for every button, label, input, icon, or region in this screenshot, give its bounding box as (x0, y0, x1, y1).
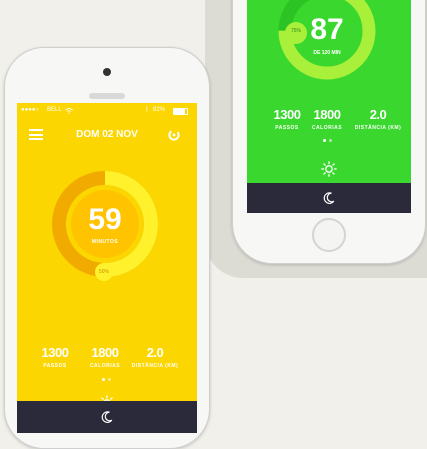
front-camera (103, 68, 111, 76)
stat-distance-label: DISTÂNCIA (KM) (131, 363, 179, 369)
phone-device-front: ●●●●○ BELL ᛒ 82% DOM 02 NOV 50% 59 MINUT… (4, 47, 210, 449)
stat-steps-label: PASSOS (275, 125, 299, 131)
stat-calories-label: CALORIAS (89, 363, 121, 369)
page-dot (108, 378, 111, 381)
goal-label: DE 120 MIN (313, 50, 341, 56)
minutes-label: MINUTOS (91, 239, 119, 245)
moon-icon[interactable] (100, 410, 114, 424)
page-indicator (102, 378, 111, 381)
page-dot (329, 139, 332, 142)
stat-distance-value: 2.0 (369, 107, 387, 122)
minutes-value: 87 (310, 13, 344, 46)
moon-icon[interactable] (322, 191, 336, 205)
percent-label: 50% (98, 269, 109, 275)
sun-icon[interactable] (321, 161, 337, 177)
speaker-grille (89, 93, 125, 99)
page-dot (323, 139, 326, 142)
bottom-bar (17, 401, 197, 433)
page-dot (102, 378, 105, 381)
page-indicator (323, 139, 332, 142)
stat-calories-value: 1800 (313, 107, 341, 122)
stat-steps-value: 1300 (41, 345, 69, 360)
stat-distance-label: DISTÂNCIA (KM) (354, 125, 402, 131)
stat-steps-value: 1300 (273, 107, 301, 122)
bottom-bar (247, 183, 411, 213)
home-button[interactable] (312, 218, 346, 252)
stat-calories-value: 1800 (91, 345, 119, 360)
app-screen-yellow: ●●●●○ BELL ᛒ 82% DOM 02 NOV 50% 59 MINUT… (17, 103, 197, 433)
app-screen-green: 75% 87 DE 120 MIN 1300 PASSOS 1800 CALOR… (247, 0, 411, 213)
minutes-value: 59 (88, 203, 122, 236)
stat-calories-label: CALORIAS (311, 125, 343, 131)
stat-distance-value: 2.0 (146, 345, 164, 360)
stat-steps-label: PASSOS (43, 363, 67, 369)
phone-device-back: 75% 87 DE 120 MIN 1300 PASSOS 1800 CALOR… (232, 0, 426, 264)
